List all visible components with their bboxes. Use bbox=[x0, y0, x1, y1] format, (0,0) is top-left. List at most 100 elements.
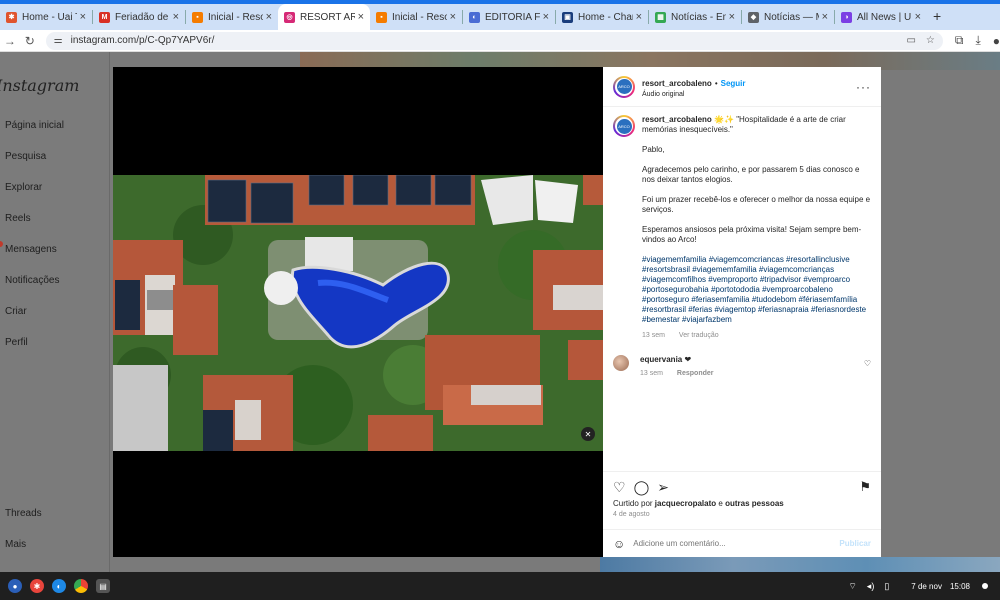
app-icon-blue[interactable]: ◐ bbox=[52, 579, 66, 593]
tab-close-icon[interactable]: × bbox=[636, 11, 642, 23]
tab-favicon-icon: ✱ bbox=[6, 11, 17, 23]
tab-label: Home - Uai T bbox=[22, 11, 77, 23]
battery-icon[interactable]: ▯ bbox=[884, 581, 889, 592]
download-icon[interactable]: ⤓ bbox=[975, 33, 980, 48]
browser-tab-strip: ✱Home - Uai T×MFeriadão de s×▪Inicial - … bbox=[0, 0, 1000, 30]
tab-favicon-icon: ◑ bbox=[841, 11, 852, 23]
nav-reels[interactable]: Reels bbox=[5, 213, 31, 224]
tab-label: All News | UN bbox=[857, 11, 912, 23]
tab-close-icon[interactable]: × bbox=[173, 11, 179, 23]
share-send-icon[interactable]: ➢ bbox=[657, 479, 669, 496]
nav-explore[interactable]: Explorar bbox=[5, 182, 42, 193]
site-info-icon[interactable]: ⚌ bbox=[54, 35, 63, 46]
nav-threads[interactable]: Threads bbox=[5, 508, 42, 519]
browser-tab[interactable]: ✱ Home - Uai T × bbox=[0, 4, 92, 30]
instagram-logo[interactable]: Instagram bbox=[0, 76, 79, 95]
new-tab-button[interactable]: + bbox=[927, 8, 949, 30]
author-avatar[interactable]: ARCO bbox=[613, 75, 635, 98]
instagram-sidebar: Instagram Página inicial Pesquisa Explor… bbox=[0, 52, 110, 572]
browser-tab[interactable]: ▦ Notícias - Em × bbox=[649, 4, 741, 30]
tab-close-icon[interactable]: × bbox=[358, 11, 364, 23]
caption-avatar-logo-text: ARCO bbox=[616, 118, 632, 134]
nav-more[interactable]: Mais bbox=[5, 539, 26, 550]
save-bookmark-icon[interactable]: ⚑ bbox=[859, 479, 871, 495]
files-icon[interactable]: ▤ bbox=[96, 579, 110, 593]
extensions-icon[interactable]: ⧉ bbox=[955, 33, 964, 48]
nav-create[interactable]: Criar bbox=[5, 306, 27, 317]
translate-link[interactable]: Ver tradução bbox=[679, 332, 719, 339]
volume-icon[interactable]: ◂) bbox=[867, 581, 875, 592]
profile-icon[interactable]: ● bbox=[993, 34, 1000, 48]
caption-username[interactable]: resort_arcobaleno bbox=[642, 115, 712, 124]
tab-close-icon[interactable]: × bbox=[450, 11, 456, 23]
more-options-icon[interactable]: ··· bbox=[856, 80, 871, 94]
os-taskbar: ● ✱ ◐ ▤ ⌔ ◂) ▯ 7 de nov 15:08 bbox=[0, 572, 1000, 600]
comment-time[interactable]: 13 sem bbox=[640, 370, 663, 377]
resort-aerial-video[interactable]: ✕ bbox=[113, 175, 603, 451]
taskbar-time[interactable]: 15:08 bbox=[950, 582, 970, 591]
commenter-avatar[interactable] bbox=[613, 355, 629, 371]
author-username[interactable]: resort_arcobaleno bbox=[642, 79, 712, 88]
reload-icon[interactable]: ↻ bbox=[20, 34, 40, 48]
launcher-icon[interactable]: ● bbox=[8, 579, 22, 593]
nav-home[interactable]: Página inicial bbox=[5, 120, 64, 131]
like-heart-icon[interactable]: ♡ bbox=[613, 479, 626, 496]
browser-tab[interactable]: ◆ Notícias — M × bbox=[742, 4, 834, 30]
nav-messages[interactable]: Mensagens bbox=[5, 244, 57, 255]
liked-mid: e bbox=[716, 499, 726, 508]
emoji-picker-icon[interactable]: ☺ bbox=[613, 537, 625, 551]
tab-favicon-icon: ◎ bbox=[284, 11, 295, 23]
omnibox[interactable]: ⚌ instagram.com/p/C-Qp7YAPV6r/ ▭ ☆ bbox=[45, 31, 943, 50]
tab-close-icon[interactable]: × bbox=[915, 11, 921, 23]
tab-close-icon[interactable]: × bbox=[543, 11, 549, 23]
cast-icon[interactable]: ▭ bbox=[906, 35, 915, 46]
tab-label: EDITORIA FE bbox=[485, 11, 540, 23]
liked-prefix: Curtido por bbox=[613, 499, 655, 508]
comment-like-icon[interactable]: ♡ bbox=[864, 359, 871, 368]
caption-paragraph-1: Agradecemos pelo carinho, e por passarem… bbox=[642, 165, 860, 184]
tab-favicon-icon: ▦ bbox=[655, 11, 666, 23]
post-header: ARCO resort_arcobaleno • Seguir Áudio orig… bbox=[603, 67, 881, 107]
tab-close-icon[interactable]: × bbox=[822, 11, 828, 23]
tab-label: Notícias — M bbox=[764, 11, 819, 23]
comment-bubble-icon[interactable]: ◯ bbox=[634, 479, 650, 496]
nav-profile[interactable]: Perfil bbox=[5, 337, 28, 348]
publish-button[interactable]: Publicar bbox=[839, 539, 871, 548]
tab-close-icon[interactable]: × bbox=[729, 11, 735, 23]
post-media[interactable]: ✕ bbox=[113, 67, 603, 557]
audio-label[interactable]: Áudio original bbox=[642, 91, 856, 98]
tab-close-icon[interactable]: × bbox=[266, 11, 272, 23]
taskbar-date[interactable]: 7 de nov bbox=[911, 582, 942, 591]
caption-hashtags[interactable]: #viagememfamilia #viagemcomcriancas #res… bbox=[642, 255, 871, 325]
mute-icon[interactable]: ✕ bbox=[581, 427, 595, 441]
caption-author-avatar[interactable]: ARCO bbox=[613, 115, 635, 137]
bookmark-star-icon[interactable]: ☆ bbox=[926, 35, 935, 46]
browser-tab[interactable]: ◎ RESORT ARCO× bbox=[278, 4, 370, 30]
post-date[interactable]: 4 de agosto bbox=[613, 511, 871, 518]
commenter-username[interactable]: equervania bbox=[640, 355, 682, 364]
nav-search[interactable]: Pesquisa bbox=[5, 151, 46, 162]
nav-notifications[interactable]: Notificações bbox=[5, 275, 59, 286]
browser-tab[interactable]: ◑ All News | UN× bbox=[835, 4, 927, 30]
forward-icon[interactable]: → bbox=[0, 34, 20, 48]
browser-tab[interactable]: ▣ Home - Chan × bbox=[556, 4, 648, 30]
browser-tab[interactable]: ▪ Inicial - Resor× bbox=[186, 4, 278, 30]
tab-favicon-icon: ▣ bbox=[562, 11, 573, 23]
likes-summary: Curtido por jacquecropalato e outras pes… bbox=[613, 499, 871, 508]
wifi-icon[interactable]: ⌔ bbox=[848, 581, 856, 592]
caption-time[interactable]: 13 sem bbox=[642, 332, 665, 339]
tab-label: Notícias - Em bbox=[671, 11, 726, 23]
browser-tab[interactable]: ▪ Inicial - Resor× bbox=[370, 4, 462, 30]
reply-link[interactable]: Responder bbox=[677, 370, 714, 377]
tab-close-icon[interactable]: × bbox=[80, 11, 86, 23]
follow-button[interactable]: Seguir bbox=[721, 79, 746, 88]
url-text[interactable]: instagram.com/p/C-Qp7YAPV6r/ bbox=[71, 35, 897, 46]
tab-label: RESORT ARCO bbox=[300, 11, 355, 23]
liked-by-user[interactable]: jacquecropalato bbox=[655, 499, 716, 508]
browser-tab[interactable]: ◐ EDITORIA FE× bbox=[463, 4, 555, 30]
app-icon-red[interactable]: ✱ bbox=[30, 579, 44, 593]
chrome-icon[interactable] bbox=[74, 579, 88, 593]
comment-input[interactable] bbox=[633, 539, 840, 548]
browser-tab[interactable]: M Feriadão de s× bbox=[93, 4, 185, 30]
liked-by-others[interactable]: outras pessoas bbox=[725, 499, 784, 508]
